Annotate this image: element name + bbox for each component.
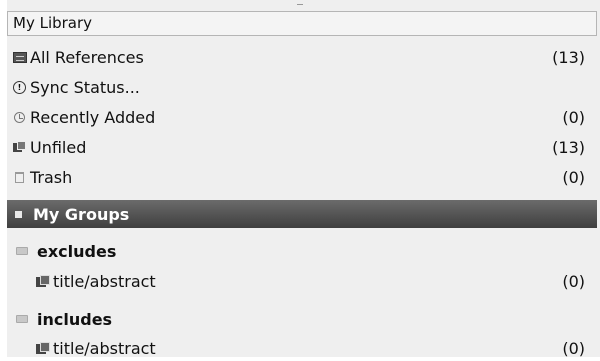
group-excludes-label: excludes [37,241,117,261]
recently-added-label: Recently Added [30,107,156,127]
recently-added-count: (0) [562,107,585,127]
unfiled-item[interactable]: Unfiled (13) [7,134,597,160]
group-includes-label: includes [37,309,113,329]
references-icon [12,50,27,64]
trash-icon [12,170,27,184]
collection-icon [35,341,50,355]
sync-status-item[interactable]: ! Sync Status... [7,74,597,100]
collection-icon [35,274,50,288]
trash-item[interactable]: Trash (0) [7,164,597,190]
group-includes[interactable]: includes [7,306,597,332]
my-library-title: My Library [13,14,93,32]
clock-icon [12,110,27,124]
my-library-header[interactable]: My Library [7,11,597,36]
my-groups-header[interactable]: My Groups [7,200,597,228]
unfiled-count: (13) [552,137,585,157]
collection-item[interactable]: title/abstract (0) [7,335,597,361]
trash-label: Trash [30,167,73,187]
all-references-item[interactable]: All References (13) [7,44,597,70]
collection-label: title/abstract [53,338,156,358]
all-references-count: (13) [552,47,585,67]
collection-label: title/abstract [53,271,156,291]
folder-icon [14,312,29,326]
groups-square-icon [15,210,22,218]
collection-item[interactable]: title/abstract (0) [7,268,597,294]
collection-count: (0) [562,271,585,291]
unfiled-icon [12,140,27,154]
resize-grip[interactable] [297,4,303,8]
folder-icon [14,244,29,258]
group-excludes[interactable]: excludes [7,238,597,264]
recently-added-item[interactable]: Recently Added (0) [7,104,597,130]
sync-status-label: Sync Status... [30,77,140,97]
all-references-label: All References [30,47,144,67]
sync-status-icon: ! [12,80,27,94]
collection-count: (0) [562,338,585,358]
my-groups-title: My Groups [33,204,130,224]
unfiled-label: Unfiled [30,137,87,157]
trash-count: (0) [562,167,585,187]
library-panel: My Library All References (13) ! Sync St… [7,0,600,358]
